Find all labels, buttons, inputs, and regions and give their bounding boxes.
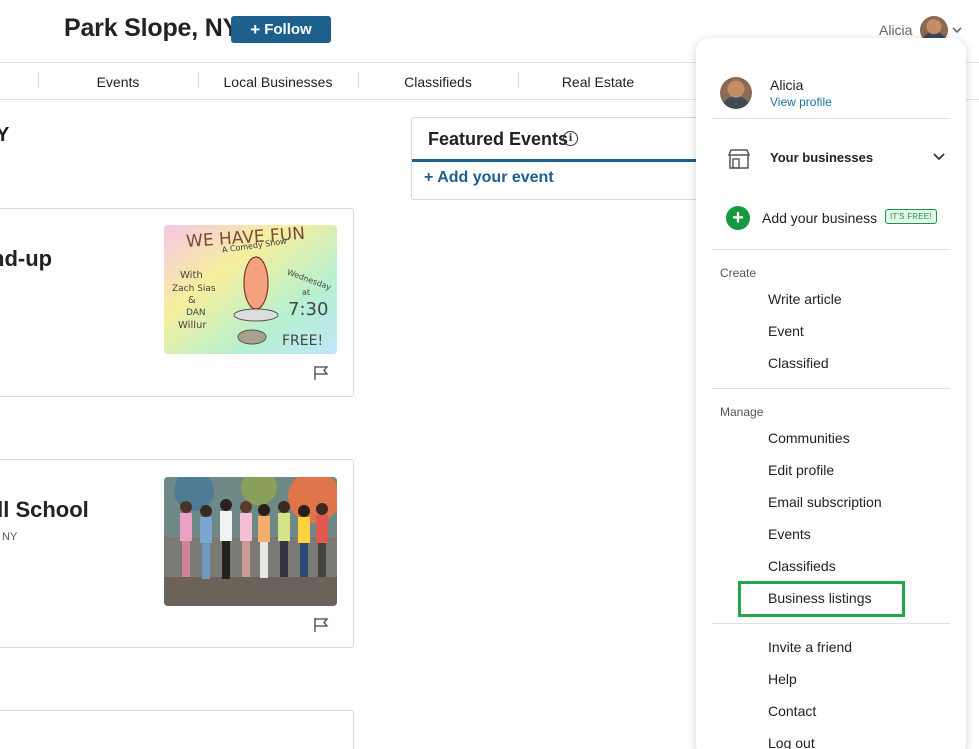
dropdown-user-name: Alicia (770, 77, 804, 93)
create-section-label: Create (720, 266, 757, 280)
free-badge: IT'S FREE! (885, 209, 937, 224)
add-business-icon[interactable]: + (726, 206, 750, 230)
plus-icon: + (250, 20, 261, 39)
event-card-title: nd-up (0, 246, 53, 271)
add-event-link[interactable]: + Add your event (424, 169, 554, 187)
view-profile-link[interactable]: View profile (770, 95, 832, 109)
page-title: Park Slope, NY (64, 14, 240, 42)
svg-text:at: at (302, 288, 310, 297)
flag-icon[interactable] (313, 365, 331, 381)
menu-item-communities[interactable]: Communities (768, 430, 850, 446)
info-icon[interactable]: i (563, 131, 578, 146)
svg-text:Zach Sias: Zach Sias (172, 284, 216, 294)
chevron-down-icon (952, 27, 963, 34)
follow-label: Follow (264, 21, 312, 38)
event-card[interactable]: ill School ll, NY (0, 459, 354, 648)
children-group-photo (164, 477, 337, 606)
svg-text:DAN: DAN (186, 308, 206, 318)
your-businesses-toggle[interactable]: Your businesses (770, 150, 873, 165)
menu-item-manage-events[interactable]: Events (768, 526, 811, 542)
avatar (720, 77, 752, 109)
divider (712, 623, 950, 624)
chevron-down-icon[interactable] (932, 150, 946, 164)
event-card-location: ll, NY (0, 531, 18, 543)
menu-item-edit-profile[interactable]: Edit profile (768, 462, 834, 478)
nav-item-classifieds[interactable]: Classifieds (358, 63, 518, 100)
user-name: Alicia (879, 22, 913, 38)
divider (712, 249, 950, 250)
nav-item-local-businesses[interactable]: Local Businesses (198, 63, 358, 100)
menu-item-business-listings[interactable]: Business listings (768, 590, 872, 606)
menu-item-write-article[interactable]: Write article (768, 291, 842, 307)
menu-item-contact[interactable]: Contact (768, 703, 816, 719)
follow-button[interactable]: + Follow (231, 16, 331, 43)
menu-item-create-event[interactable]: Event (768, 323, 804, 339)
event-card[interactable]: nd-up WE HAVE FUN A Comedy Show With Zac… (0, 208, 354, 397)
menu-item-manage-classifieds[interactable]: Classifieds (768, 558, 836, 574)
divider (712, 388, 950, 389)
user-dropdown-menu: Alicia View profile Your businesses + Ad… (696, 38, 966, 749)
menu-item-email-subscription[interactable]: Email subscription (768, 494, 882, 510)
nav-item-events[interactable]: Events (38, 63, 198, 100)
manage-section-label: Manage (720, 405, 764, 419)
menu-item-help[interactable]: Help (768, 671, 797, 687)
menu-item-log-out[interactable]: Log out (768, 735, 815, 749)
add-business-link[interactable]: Add your business (762, 210, 877, 226)
featured-events-title: Featured Events (428, 129, 569, 149)
svg-text:With: With (180, 270, 203, 281)
svg-text:&: & (188, 295, 196, 306)
event-card[interactable] (0, 710, 354, 749)
menu-item-create-classified[interactable]: Classified (768, 355, 829, 371)
store-icon (727, 149, 751, 169)
svg-text:Willur: Willur (178, 320, 207, 331)
event-card-title: ill School (0, 497, 89, 522)
comedy-show-poster-image: WE HAVE FUN A Comedy Show With Zach Sias… (164, 225, 337, 354)
featured-events-panel: Featured Events i + Add your event (411, 117, 712, 200)
menu-item-invite-friend[interactable]: Invite a friend (768, 639, 852, 655)
flag-icon[interactable] (313, 617, 331, 633)
nav-item-real-estate[interactable]: Real Estate (518, 63, 678, 100)
featured-underline (412, 159, 712, 162)
section-heading: Y (0, 124, 10, 146)
divider (712, 118, 950, 119)
svg-text:FREE!: FREE! (282, 333, 323, 349)
svg-text:7:30: 7:30 (288, 299, 328, 320)
